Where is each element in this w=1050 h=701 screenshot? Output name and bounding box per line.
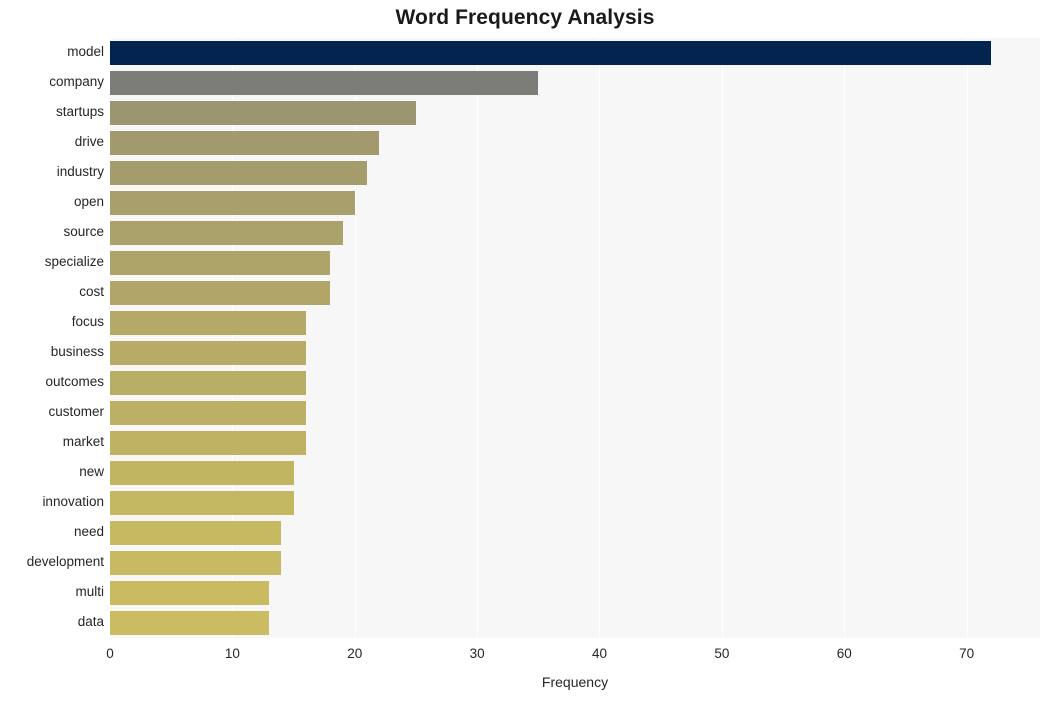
y-tick-label-new: new — [79, 464, 104, 479]
y-tick-label-business: business — [50, 344, 104, 359]
bar-row[interactable] — [110, 431, 1040, 455]
bar-row[interactable] — [110, 611, 1040, 635]
bar-multi[interactable] — [110, 581, 270, 605]
bar-market[interactable] — [110, 431, 306, 455]
bar-data[interactable] — [110, 611, 270, 635]
bar-customer[interactable] — [110, 401, 306, 425]
bar-row[interactable] — [110, 161, 1040, 185]
x-tick-label-50: 50 — [714, 646, 730, 661]
word-frequency-chart: Word Frequency Analysis model company star… — [0, 0, 1050, 701]
bar-row[interactable] — [110, 41, 1040, 65]
bar-industry[interactable] — [110, 161, 367, 185]
bar-outcomes[interactable] — [110, 371, 306, 395]
bar-row[interactable] — [110, 401, 1040, 425]
x-tick-label-0: 0 — [106, 646, 114, 661]
y-tick-label-model: model — [67, 44, 104, 59]
bar-row[interactable] — [110, 281, 1040, 305]
y-tick-label-company: company — [49, 74, 104, 89]
bar-innovation[interactable] — [110, 491, 294, 515]
y-tick-label-industry: industry — [56, 164, 104, 179]
bar-row[interactable] — [110, 551, 1040, 575]
y-tick-label-market: market — [62, 434, 104, 449]
x-tick-label-10: 10 — [224, 646, 240, 661]
y-tick-label-source: source — [63, 224, 104, 239]
bar-company[interactable] — [110, 71, 539, 95]
bar-row[interactable] — [110, 311, 1040, 335]
y-tick-label-need: need — [73, 524, 104, 539]
bar-model[interactable] — [110, 41, 992, 65]
bars-layer — [110, 38, 1040, 638]
y-tick-label-development: development — [26, 554, 104, 569]
bar-row[interactable] — [110, 221, 1040, 245]
y-tick-label-multi: multi — [75, 584, 104, 599]
bar-row[interactable] — [110, 341, 1040, 365]
bar-business[interactable] — [110, 341, 306, 365]
bar-source[interactable] — [110, 221, 343, 245]
y-tick-label-focus: focus — [71, 314, 104, 329]
bar-row[interactable] — [110, 491, 1040, 515]
x-tick-label-30: 30 — [469, 646, 485, 661]
y-tick-label-specialize: specialize — [44, 254, 104, 269]
y-tick-label-data: data — [77, 614, 104, 629]
bar-row[interactable] — [110, 131, 1040, 155]
bar-row[interactable] — [110, 581, 1040, 605]
x-tick-label-20: 20 — [347, 646, 363, 661]
x-axis-title: Frequency — [541, 674, 609, 690]
y-tick-label-startups: startups — [55, 104, 104, 119]
bar-need[interactable] — [110, 521, 282, 545]
bar-row[interactable] — [110, 251, 1040, 275]
y-tick-label-outcomes: outcomes — [45, 374, 104, 389]
bar-focus[interactable] — [110, 311, 306, 335]
bar-row[interactable] — [110, 101, 1040, 125]
bar-cost[interactable] — [110, 281, 331, 305]
bar-row[interactable] — [110, 371, 1040, 395]
bar-row[interactable] — [110, 521, 1040, 545]
x-tick-label-70: 70 — [959, 646, 975, 661]
bar-row[interactable] — [110, 461, 1040, 485]
x-tick-label-40: 40 — [591, 646, 607, 661]
y-axis-tick-labels: model company startups drive industry open sou… — [0, 38, 104, 638]
y-tick-label-drive: drive — [74, 134, 104, 149]
x-tick-label-60: 60 — [836, 646, 852, 661]
y-tick-label-customer: customer — [48, 404, 104, 419]
bar-new[interactable] — [110, 461, 294, 485]
bar-drive[interactable] — [110, 131, 380, 155]
chart-title: Word Frequency Analysis — [395, 6, 655, 29]
bar-startups[interactable] — [110, 101, 416, 125]
bar-open[interactable] — [110, 191, 355, 215]
y-tick-label-open: open — [73, 194, 104, 209]
x-axis-tick-labels: 0 10 20 30 40 50 60 70 — [0, 638, 1050, 668]
bar-development[interactable] — [110, 551, 282, 575]
y-tick-label-innovation: innovation — [42, 494, 104, 509]
y-tick-label-cost: cost — [79, 284, 104, 299]
bar-row[interactable] — [110, 191, 1040, 215]
bar-specialize[interactable] — [110, 251, 331, 275]
bar-row[interactable] — [110, 71, 1040, 95]
